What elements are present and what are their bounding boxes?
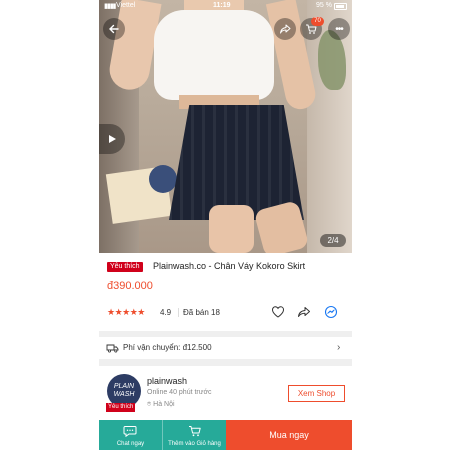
cart-count-badge: 70 xyxy=(311,17,324,26)
shop-online-status: Online 40 phút trước xyxy=(147,389,212,396)
view-shop-button[interactable]: Xem Shop xyxy=(288,385,345,402)
product-info: Yêu thích Plainwash.co - Chân Váy Kokoro… xyxy=(99,253,352,331)
app-screen: ▮▮▮▮ Viettel 11:19 95 % 70 ••• 2/4 Yêu t… xyxy=(99,0,352,450)
shipping-row[interactable]: Phí vận chuyển: đ12.500 › xyxy=(99,337,352,359)
back-arrow-icon xyxy=(109,24,119,34)
favorite-badge: Yêu thích xyxy=(107,262,143,272)
shop-favorite-badge: Yêu thích xyxy=(106,403,136,412)
rating-stars: ★★★★★ xyxy=(107,307,145,317)
chat-now-button[interactable]: Chat ngay xyxy=(99,420,162,450)
clock: 11:19 xyxy=(213,2,231,9)
signal-icon: ▮▮▮▮ xyxy=(104,3,116,10)
chevron-right-icon: › xyxy=(337,342,341,353)
shop-location: ⌾ Hà Nội xyxy=(147,401,175,409)
share-icon[interactable] xyxy=(297,305,311,319)
shop-section: PLAIN WASH Yêu thích plainwash Online 40… xyxy=(99,366,352,420)
bottom-action-bar: Chat ngay Thêm vào Giỏ hàng Mua ngay xyxy=(99,420,352,450)
shipping-fee: Phí vận chuyển: đ12.500 xyxy=(123,343,212,352)
share-button[interactable] xyxy=(274,18,296,40)
product-price: đ390.000 xyxy=(107,280,153,292)
carrier-label: Viettel xyxy=(116,2,136,9)
image-page-indicator: 2/4 xyxy=(320,234,346,247)
section-divider xyxy=(99,359,352,366)
divider xyxy=(178,308,179,317)
shop-name[interactable]: plainwash xyxy=(147,376,187,386)
more-button[interactable]: ••• xyxy=(328,18,350,40)
product-title: Plainwash.co - Chân Váy Kokoro Skirt xyxy=(153,261,306,271)
more-icon: ••• xyxy=(335,23,343,35)
sold-count: Đã bán 18 xyxy=(183,308,220,317)
battery-icon xyxy=(334,3,347,10)
add-to-cart-label: Thêm vào Giỏ hàng xyxy=(168,441,221,447)
add-cart-icon xyxy=(189,426,201,437)
location-pin-icon: ⌾ xyxy=(147,401,152,408)
add-to-cart-button[interactable]: Thêm vào Giỏ hàng xyxy=(162,420,226,450)
chat-now-label: Chat ngay xyxy=(116,441,145,447)
play-icon xyxy=(109,135,116,143)
heart-icon[interactable] xyxy=(271,305,285,319)
buy-now-button[interactable]: Mua ngay xyxy=(226,420,352,450)
messenger-icon[interactable] xyxy=(324,305,338,319)
share-icon xyxy=(280,24,291,34)
back-button[interactable] xyxy=(103,18,125,40)
rating-value: 4.9 xyxy=(160,308,172,317)
battery-percent: 95 % xyxy=(316,2,332,9)
status-bar: ▮▮▮▮ Viettel 11:19 95 % xyxy=(99,0,352,12)
chat-icon xyxy=(123,426,137,437)
shop-location-text: Hà Nội xyxy=(153,401,175,408)
truck-icon xyxy=(106,344,119,353)
